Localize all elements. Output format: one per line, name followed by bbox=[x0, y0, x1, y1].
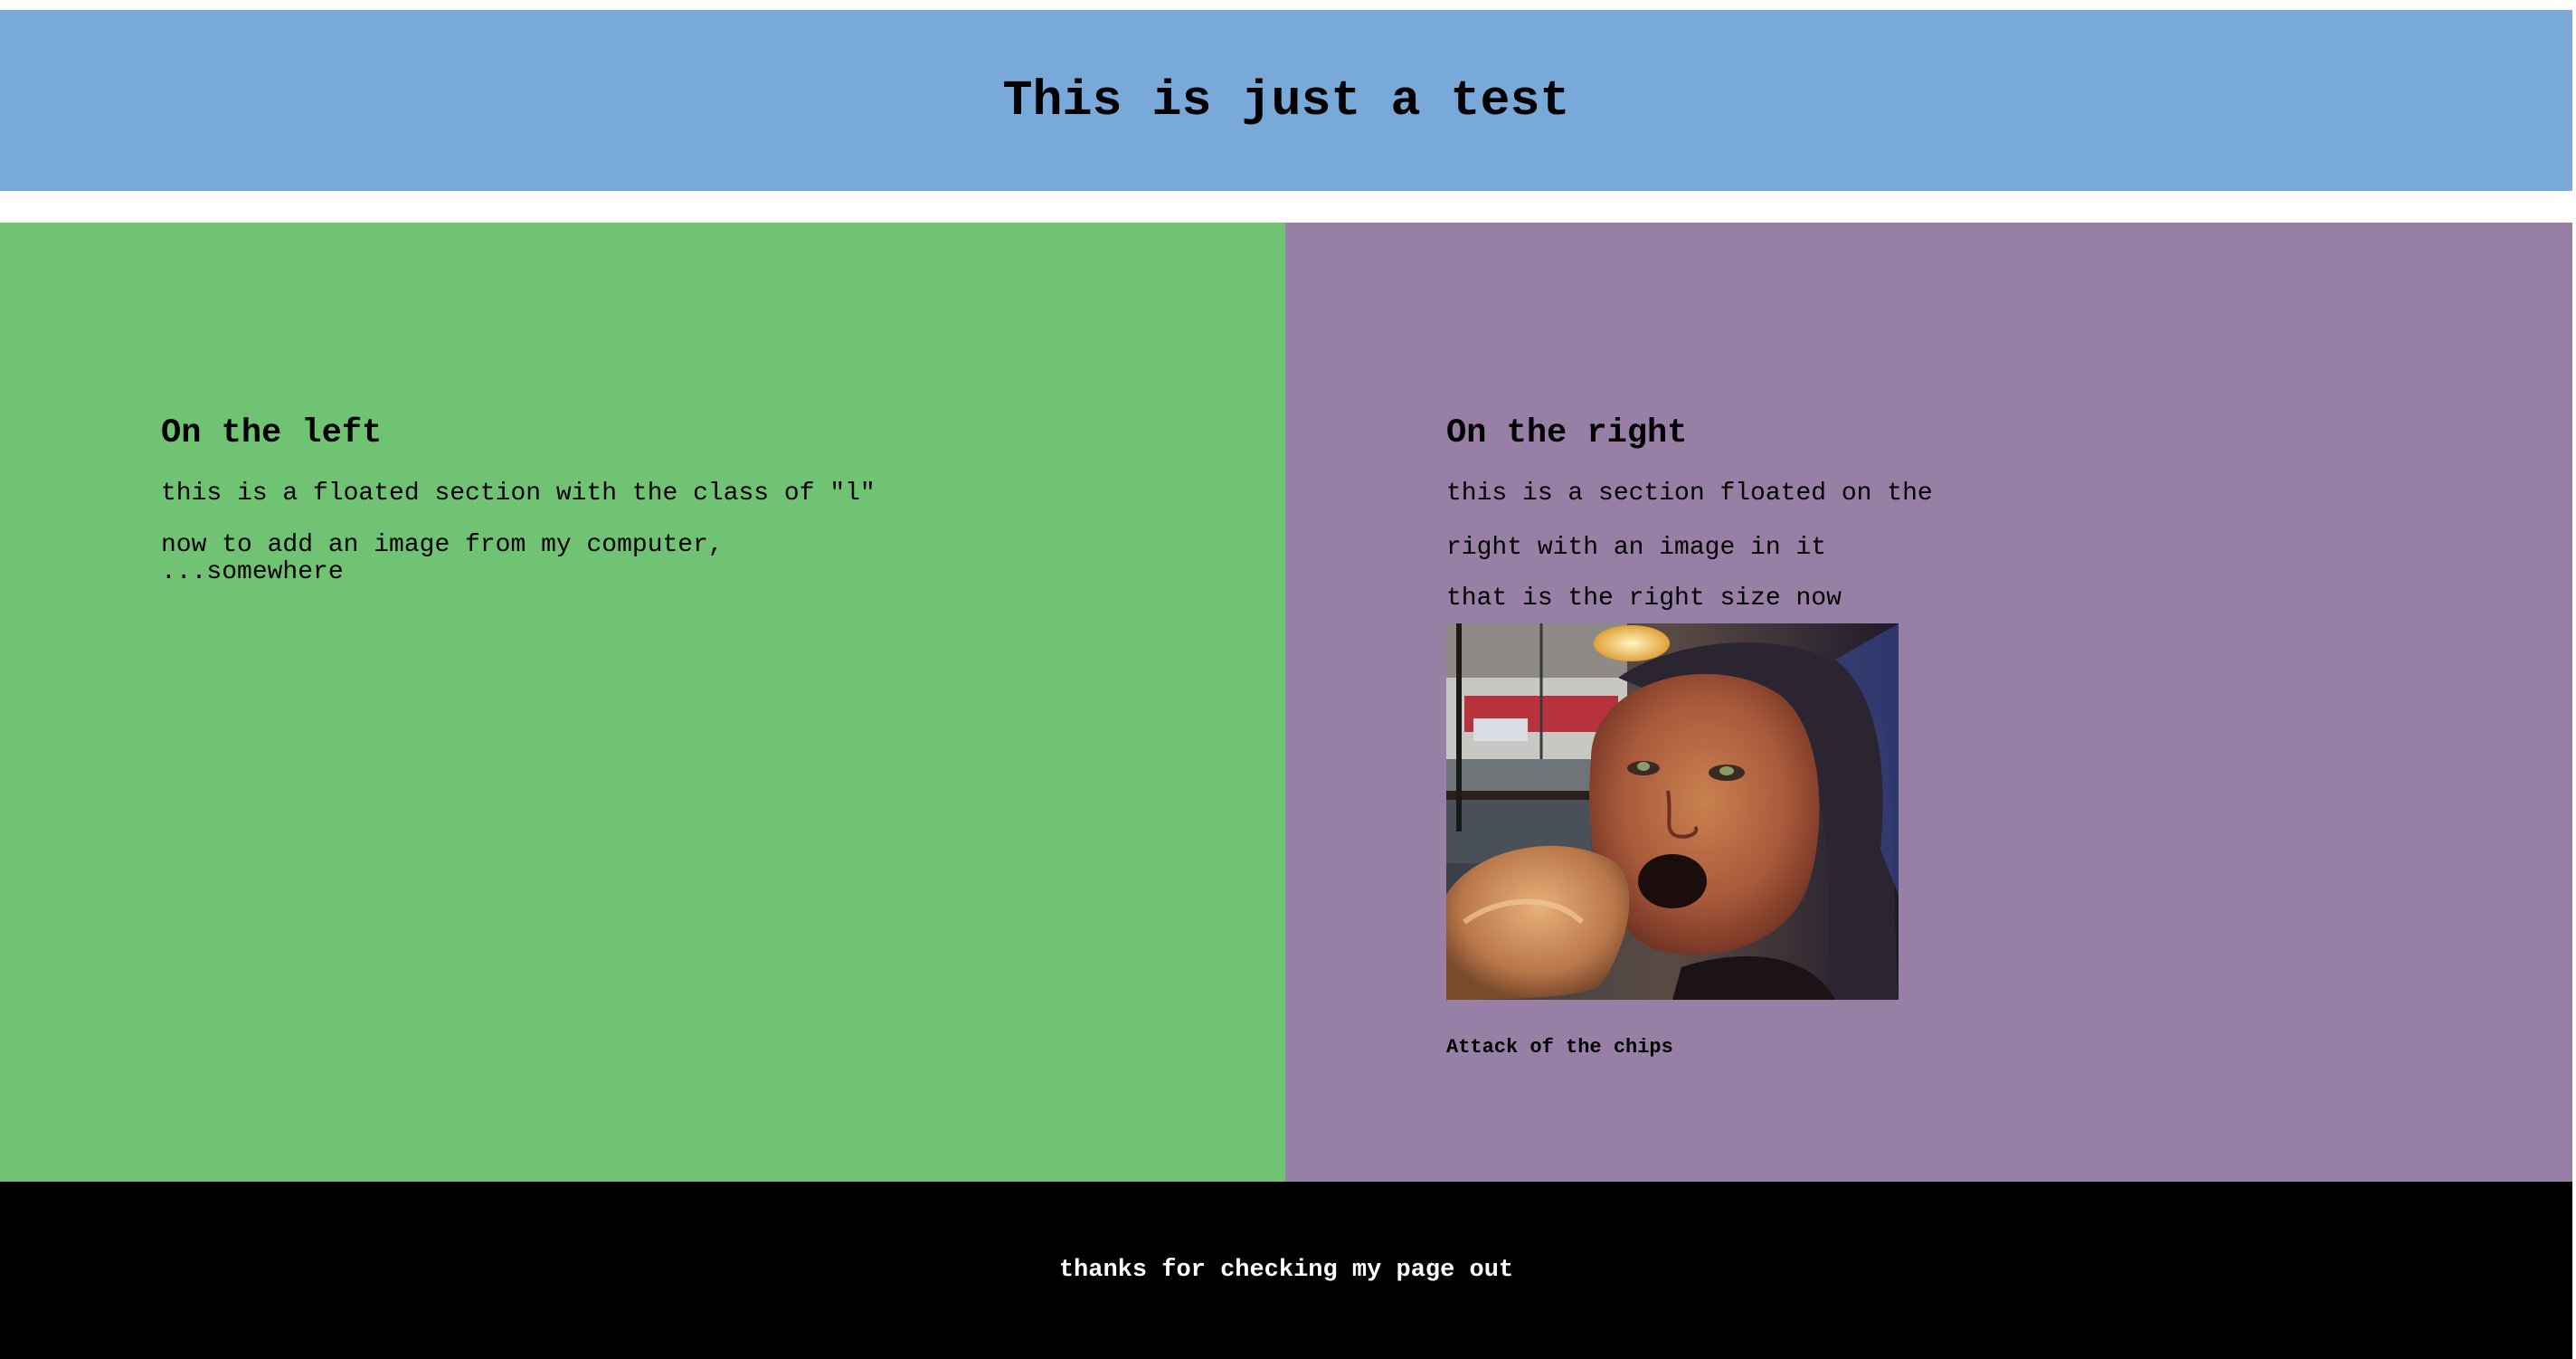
left-paragraph-image: now to add an image from my computer, ..… bbox=[161, 532, 876, 586]
right-section-title: On the right bbox=[1446, 414, 1688, 452]
right-paragraph-1: this is a section floated on the bbox=[1446, 480, 1933, 508]
footer-text: thanks for checking my page out bbox=[1058, 1257, 1514, 1284]
photo-caption: Attack of the chips bbox=[1446, 1036, 1673, 1059]
page: This is just a test On the left this is … bbox=[0, 0, 2576, 1359]
chips-photo bbox=[1446, 623, 1899, 1000]
page-footer: thanks for checking my page out bbox=[0, 1182, 2572, 1359]
left-paragraph-line2: ...somewhere bbox=[161, 558, 344, 586]
right-paragraph-2: right with an image in it bbox=[1446, 534, 1827, 562]
left-paragraph-line1: now to add an image from my computer, bbox=[161, 531, 724, 559]
right-paragraph-3: that is the right size now bbox=[1446, 584, 1842, 613]
right-section: On the right this is a section floated o… bbox=[1285, 223, 2572, 1182]
left-section-title: On the left bbox=[161, 414, 383, 452]
left-paragraph-class: this is a floated section with the class… bbox=[161, 480, 876, 508]
page-header: This is just a test bbox=[0, 10, 2572, 191]
page-title: This is just a test bbox=[1002, 71, 1570, 129]
right-section-content: On the right this is a section floated o… bbox=[1446, 417, 1933, 1059]
left-section-content: On the left this is a floated section wi… bbox=[161, 417, 876, 586]
left-section: On the left this is a floated section wi… bbox=[0, 223, 1285, 1182]
